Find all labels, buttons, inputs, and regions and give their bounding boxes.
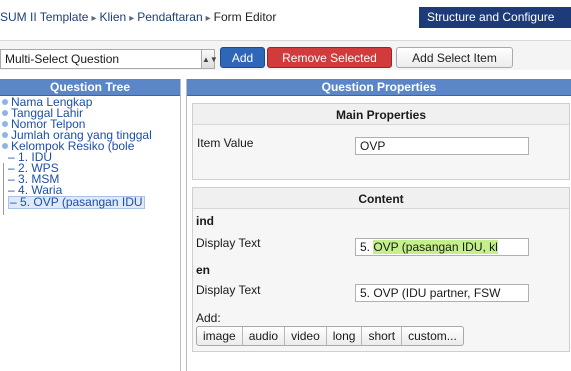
add-media-group: Add: image audio video long short custom… [196,311,464,346]
display-text-label-ind: Display Text [196,236,261,250]
display-text-en-input[interactable]: 5. OVP (IDU partner, FSW [355,284,529,302]
bullet-icon [2,143,8,150]
main-properties-box: Main Properties Item Value OVP [192,103,570,180]
add-button[interactable]: Add [220,47,265,68]
main-properties-title: Main Properties [193,104,569,125]
tree-connector-line [3,163,4,215]
add-label: Add: [196,311,221,325]
add-media-buttons: image audio video long short custom... [196,326,464,346]
display-text-ind-prefix: 5. [360,240,374,254]
breadcrumb-pendaftaran[interactable]: Pendaftaran [137,10,202,24]
breadcrumb-separator-icon: ▸ [205,13,211,24]
breadcrumb-separator-icon: ▸ [129,13,135,24]
breadcrumb-current: Form Editor [213,10,277,24]
question-properties-title: Question Properties [187,79,571,96]
item-value-input[interactable]: OVP [355,137,529,155]
breadcrumb: SUM II Template ▸ Klien ▸ Pendaftaran ▸ Form E… [0,10,276,24]
item-value-label: Item Value [197,136,254,150]
bullet-icon [2,99,8,106]
question-type-value: Multi-Select Question [5,52,120,66]
language-label-ind: ind [196,214,214,228]
add-long-button[interactable]: long [327,327,363,345]
breadcrumb-separator-icon: ▸ [91,13,97,24]
content-title: Content [193,188,569,209]
tree-child-label: 5. OVP (pasangan IDU [20,195,143,209]
top-bar: SUM II Template ▸ Klien ▸ Pendaftaran ▸ Form E… [0,0,571,34]
add-short-button[interactable]: short [362,327,403,345]
breadcrumb-klien[interactable]: Klien [100,10,127,24]
breadcrumb-template[interactable]: SUM II Template [0,10,88,24]
add-video-button[interactable]: video [285,327,327,345]
add-select-item-button[interactable]: Add Select Item [396,47,513,68]
tab-structure-and-configure[interactable]: Structure and Configure [419,7,571,28]
selected-item-highlight: – 5. OVP (pasangan IDU [8,196,145,209]
bullet-icon [2,132,8,139]
bullet-icon [2,121,8,128]
question-tree-panel: Question Tree Nama Lengkap Tanggal Lahir… [0,79,181,371]
tree-child-ovp-selected[interactable]: – 5. OVP (pasangan IDU [0,196,180,209]
content-box: Content ind Display Text 5. OVP (pasanga… [192,187,570,352]
tree-branch-icon: – [10,195,21,209]
add-audio-button[interactable]: audio [243,327,286,345]
bullet-icon [2,110,8,117]
question-tree-title: Question Tree [0,79,180,96]
language-label-en: en [196,263,211,277]
toolbar: Multi-Select Question ▲▼ Add Remove Sele… [0,40,571,70]
question-tree: Nama Lengkap Tanggal Lahir Nomor Telpon … [0,96,180,215]
question-properties-panel: Question Properties Main Properties Item… [186,79,571,371]
add-image-button[interactable]: image [197,327,243,345]
display-text-ind-highlight: OVP (pasangan IDU, kl [373,240,498,254]
chevron-down-icon[interactable]: ▲▼ [201,49,218,69]
add-custom-button[interactable]: custom... [402,327,463,345]
display-text-ind-input[interactable]: 5. OVP (pasangan IDU, kl [355,238,529,256]
display-text-label-en: Display Text [196,283,261,297]
question-type-select[interactable]: Multi-Select Question ▲▼ [0,49,218,69]
remove-selected-button[interactable]: Remove Selected [267,47,392,68]
